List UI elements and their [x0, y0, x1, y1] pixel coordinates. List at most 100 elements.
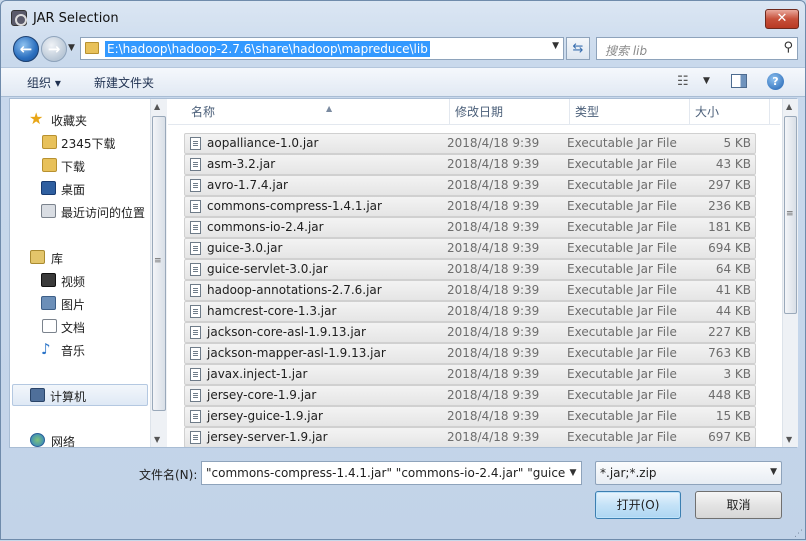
file-date: 2018/4/18 9:39	[447, 136, 540, 150]
column-header-date[interactable]: 修改日期	[450, 99, 570, 125]
preview-pane-icon[interactable]	[731, 74, 747, 88]
file-row[interactable]: asm-3.2.jar 2018/4/18 9:39 Executable Jar …	[184, 154, 756, 175]
column-header-name[interactable]: 名称 ▲	[186, 99, 450, 125]
help-icon[interactable]: ?	[767, 73, 784, 90]
dialog-footer: 文件名(N): "commons-compress-1.4.1.jar" "co…	[1, 449, 805, 541]
filename-input[interactable]: "commons-compress-1.4.1.jar" "commons-io…	[201, 461, 582, 485]
sidebar-item-documents[interactable]: 文档	[10, 316, 150, 336]
column-header-size[interactable]: 大小	[690, 99, 770, 125]
file-row[interactable]: guice-3.0.jar 2018/4/18 9:39 Executable Ja…	[184, 238, 756, 259]
sidebar-item-videos[interactable]: 视频	[10, 270, 150, 290]
address-bar[interactable]: E:\hadoop\hadoop-2.7.6\share\hadoop\mapr…	[80, 37, 564, 60]
organize-button[interactable]: 组织 ▾	[27, 74, 61, 91]
file-size: 694 KB	[708, 241, 751, 255]
sidebar-item-libraries[interactable]: 库	[10, 247, 150, 267]
history-dropdown-icon[interactable]: ▼	[68, 43, 75, 53]
view-options-icon[interactable]: ☷	[677, 74, 689, 89]
file-type: Executable Jar File	[567, 262, 677, 276]
back-button[interactable]: ←	[13, 36, 39, 62]
file-date: 2018/4/18 9:39	[447, 325, 540, 339]
pictures-icon	[41, 296, 56, 310]
navigation-scrollbar[interactable]: ▲ ≡ ▼	[150, 99, 167, 447]
cancel-button[interactable]: 取消	[695, 491, 782, 519]
file-name: guice-servlet-3.0.jar	[207, 262, 328, 276]
jar-file-icon	[190, 158, 201, 171]
filename-value[interactable]: "commons-compress-1.4.1.jar" "commons-io…	[206, 466, 577, 480]
file-row[interactable]: aopalliance-1.0.jar 2018/4/18 9:39 Executa…	[184, 133, 756, 154]
filename-dropdown-icon[interactable]: ▼	[565, 462, 581, 484]
file-type: Executable Jar File	[567, 325, 677, 339]
search-icon[interactable]: ⚲	[783, 40, 793, 55]
file-name: jersey-core-1.9.jar	[207, 388, 317, 402]
sidebar-item-recent-places[interactable]: 最近访问的位置	[10, 201, 150, 221]
file-name: commons-io-2.4.jar	[207, 220, 324, 234]
file-type-filter[interactable]: *.jar;*.zip ▼	[595, 461, 782, 485]
file-row[interactable]: avro-1.7.4.jar 2018/4/18 9:39 Executable J…	[184, 175, 756, 196]
file-row[interactable]: jersey-server-1.9.jar 2018/4/18 9:39 Execu…	[184, 427, 756, 447]
sidebar-item-pictures[interactable]: 图片	[10, 293, 150, 313]
file-type: Executable Jar File	[567, 178, 677, 192]
filename-label: 文件名(N):	[139, 468, 198, 482]
file-row[interactable]: guice-servlet-3.0.jar 2018/4/18 9:39 Execu…	[184, 259, 756, 280]
file-row[interactable]: hamcrest-core-1.3.jar 2018/4/18 9:39 Execu…	[184, 301, 756, 322]
filter-dropdown-icon[interactable]: ▼	[770, 467, 777, 477]
sidebar-item-label: 最近访问的位置	[61, 206, 146, 220]
file-size: 697 KB	[708, 430, 751, 444]
file-size: 43 KB	[715, 157, 751, 171]
scroll-down-icon[interactable]: ▼	[154, 435, 160, 444]
resize-grip-icon[interactable]: ⋰	[794, 529, 803, 539]
file-type: Executable Jar File	[567, 199, 677, 213]
file-name: guice-3.0.jar	[207, 241, 283, 255]
sidebar-item-computer[interactable]: 计算机	[12, 384, 148, 406]
title-bar[interactable]: JAR Selection ✕	[1, 1, 805, 35]
file-row[interactable]: javax.inject-1.jar 2018/4/18 9:39 Executab…	[184, 364, 756, 385]
view-dropdown-icon[interactable]: ▼	[703, 76, 710, 86]
jar-file-icon	[190, 368, 201, 381]
sidebar-item-desktop[interactable]: 桌面	[10, 178, 150, 198]
new-folder-button[interactable]: 新建文件夹	[94, 74, 154, 91]
computer-icon	[30, 388, 45, 402]
desktop-icon	[41, 181, 56, 195]
sidebar-item-label: 下载	[61, 160, 86, 174]
scroll-up-icon[interactable]: ▲	[786, 102, 792, 111]
file-row[interactable]: jackson-mapper-asl-1.9.13.jar 2018/4/18 9…	[184, 343, 756, 364]
sidebar-item-network[interactable]: 网络	[10, 430, 150, 447]
file-date: 2018/4/18 9:39	[447, 262, 540, 276]
file-row[interactable]: jersey-guice-1.9.jar 2018/4/18 9:39 Execut…	[184, 406, 756, 427]
file-size: 763 KB	[708, 346, 751, 360]
column-header-type[interactable]: 类型	[570, 99, 690, 125]
sidebar-item-2345-downloads[interactable]: 2345下载	[10, 132, 150, 152]
file-type: Executable Jar File	[567, 136, 677, 150]
close-button[interactable]: ✕	[765, 9, 799, 29]
sidebar-item-favorites[interactable]: ★ 收藏夹	[10, 109, 150, 129]
scroll-down-icon[interactable]: ▼	[786, 435, 792, 444]
address-path[interactable]: E:\hadoop\hadoop-2.7.6\share\hadoop\mapr…	[105, 41, 430, 57]
file-row[interactable]: commons-io-2.4.jar 2018/4/18 9:39 Executab…	[184, 217, 756, 238]
scroll-up-icon[interactable]: ▲	[154, 102, 160, 111]
file-size: 297 KB	[708, 178, 751, 192]
jar-file-icon	[190, 326, 201, 339]
file-type: Executable Jar File	[567, 346, 677, 360]
file-row[interactable]: jersey-core-1.9.jar 2018/4/18 9:39 Executa…	[184, 385, 756, 406]
search-placeholder: 搜索 lib	[605, 44, 648, 58]
sidebar-item-label: 2345下载	[61, 137, 116, 151]
file-row[interactable]: commons-compress-1.4.1.jar 2018/4/18 9:39…	[184, 196, 756, 217]
sidebar-item-label: 桌面	[61, 183, 86, 197]
file-size: 448 KB	[708, 388, 751, 402]
document-icon	[42, 319, 57, 333]
file-list-scrollbar[interactable]: ▲ ≡ ▼	[782, 99, 798, 447]
file-date: 2018/4/18 9:39	[447, 157, 540, 171]
file-row[interactable]: jackson-core-asl-1.9.13.jar 2018/4/18 9:3…	[184, 322, 756, 343]
file-size: 44 KB	[715, 304, 751, 318]
file-name: jackson-mapper-asl-1.9.13.jar	[207, 346, 386, 360]
library-icon	[30, 250, 45, 264]
sidebar-item-music[interactable]: ♪ 音乐	[10, 339, 150, 359]
refresh-button[interactable]: ⇆	[566, 37, 590, 60]
address-dropdown-icon[interactable]: ▼	[552, 41, 559, 51]
sidebar-item-downloads[interactable]: 下载	[10, 155, 150, 175]
file-row[interactable]: hadoop-annotations-2.7.6.jar 2018/4/18 9:…	[184, 280, 756, 301]
search-input[interactable]: 搜索 lib ⚲	[596, 37, 798, 60]
forward-button[interactable]: →	[41, 36, 67, 62]
open-button[interactable]: 打开(O)	[595, 491, 681, 519]
content-area: ★ 收藏夹 2345下载 下载 桌面 最近访问的位置 库 视频 图片 文档 ♪ …	[9, 98, 798, 448]
